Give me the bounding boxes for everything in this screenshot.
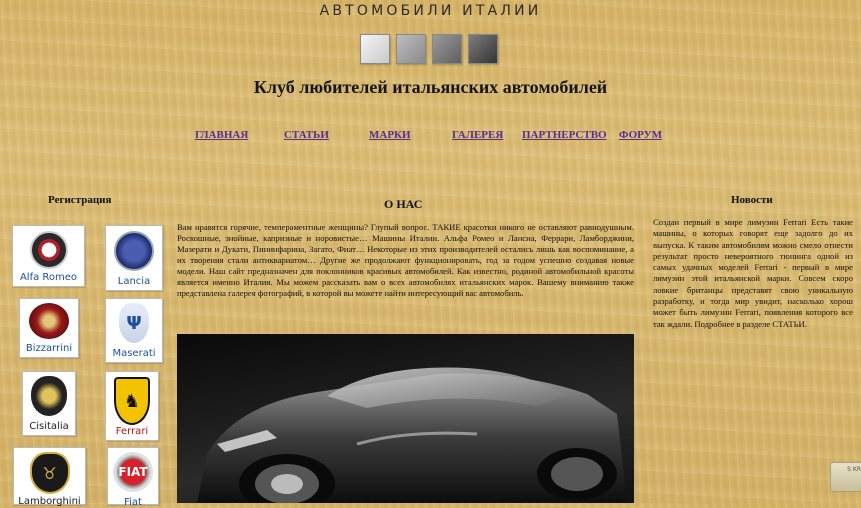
site-title: АВТОМОБИЛИ ИТАЛИИ xyxy=(319,3,542,19)
maserati-icon: Ψ xyxy=(119,303,149,343)
color-swatches xyxy=(360,34,498,64)
car-photo xyxy=(177,334,634,503)
about-title: О НАС xyxy=(384,197,423,211)
logo-cisitalia[interactable]: Cisitalia xyxy=(22,371,76,436)
lancia-icon xyxy=(114,231,154,271)
news-title: Новости xyxy=(731,194,773,206)
nav-gallery[interactable]: ГАЛЕРЕЯ xyxy=(452,129,503,141)
swatch-light-gray[interactable] xyxy=(396,34,426,64)
registration-title: Регистрация xyxy=(48,194,112,206)
about-text: Вам нравятся горячие, темпераментные жен… xyxy=(177,222,634,298)
nav-brands[interactable]: МАРКИ xyxy=(369,129,411,141)
logo-fiat[interactable]: FIAT Fiat xyxy=(107,447,159,508)
nav-articles[interactable]: СТАТЬИ xyxy=(284,129,329,141)
logo-lamborghini[interactable]: ♉ Lamborghini xyxy=(13,447,86,507)
club-heading: Клуб любителей итальянских автомобилей xyxy=(253,77,608,97)
nav-forum[interactable]: ФОРУМ xyxy=(619,129,662,141)
news-text: Создан первый в мире лимузин Ferrari Ест… xyxy=(653,217,853,329)
swatch-gray[interactable] xyxy=(432,34,462,64)
corner-badge[interactable]: S KR xyxy=(830,462,861,492)
swatch-dark-gray[interactable] xyxy=(468,34,498,64)
main-nav: ГЛАВНАЯ СТАТЬИ МАРКИ ГАЛЕРЕЯ ПАРТНЕРСТВО… xyxy=(0,129,861,143)
logo-maserati[interactable]: Ψ Maserati xyxy=(105,298,163,363)
logo-ferrari[interactable]: ♞ Ferrari xyxy=(105,371,159,441)
logo-bizzarrini[interactable]: Bizzarrini xyxy=(19,298,79,358)
ferrari-icon: ♞ xyxy=(114,377,150,425)
logo-alfa-romeo[interactable]: Alfa Romeo xyxy=(12,225,85,287)
car-silhouette-icon xyxy=(197,367,627,503)
alfa-romeo-icon xyxy=(29,231,68,269)
bizzarrini-icon xyxy=(29,303,69,339)
lamborghini-icon: ♉ xyxy=(29,452,70,494)
fiat-icon: FIAT xyxy=(113,452,153,492)
nav-partnership[interactable]: ПАРТНЕРСТВО xyxy=(522,129,607,141)
swatch-white[interactable] xyxy=(360,34,390,64)
cisitalia-icon xyxy=(31,376,67,416)
logo-lancia[interactable]: Lancia xyxy=(105,225,163,291)
nav-home[interactable]: ГЛАВНАЯ xyxy=(195,129,248,141)
